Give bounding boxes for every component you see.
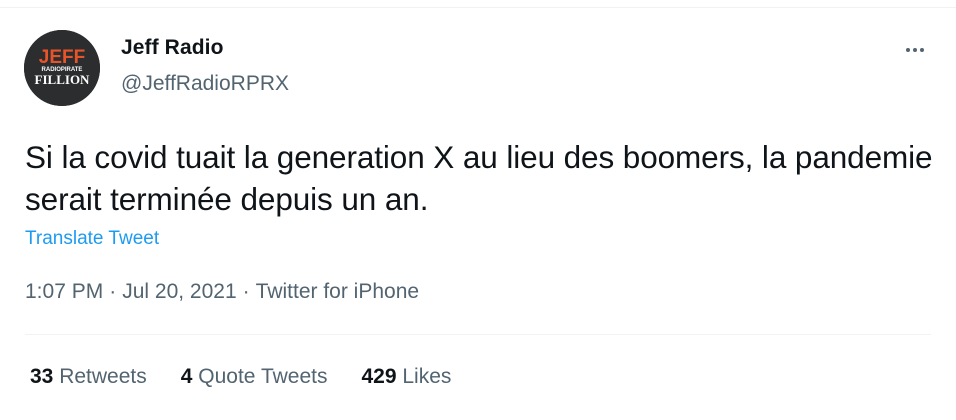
meta-separator: · xyxy=(109,280,117,303)
more-horizontal-icon xyxy=(906,48,910,52)
tweet-source[interactable]: Twitter for iPhone xyxy=(256,280,419,303)
retweets-count: 33 xyxy=(30,365,54,388)
engagement-stats: 33 Retweets 4 Quote Tweets 429 Likes xyxy=(30,365,451,389)
tweet-time[interactable]: 1:07 PM xyxy=(25,280,103,303)
likes-label: Likes xyxy=(402,365,452,388)
avatar-logo-fillion: FILLION xyxy=(35,72,91,87)
avatar-logo-jeff: JEFF xyxy=(39,47,85,68)
more-horizontal-icon-dot xyxy=(920,48,924,52)
avatar[interactable]: JEFF RADIOPIRATE FILLION xyxy=(24,30,100,106)
avatar-logo: JEFF RADIOPIRATE FILLION xyxy=(24,30,100,106)
tweet-text: Si la covid tuait la generation X au lie… xyxy=(25,139,933,217)
likes-count: 429 xyxy=(361,365,397,388)
meta-separator: · xyxy=(242,280,250,303)
retweets-stat[interactable]: 33 Retweets xyxy=(30,365,147,389)
quote-tweets-stat[interactable]: 4 Quote Tweets xyxy=(181,365,328,389)
more-options-button[interactable] xyxy=(900,38,930,62)
user-handle[interactable]: @JeffRadioRPRX xyxy=(121,72,289,96)
likes-stat[interactable]: 429 Likes xyxy=(361,365,451,389)
top-divider xyxy=(0,7,956,8)
stats-divider xyxy=(25,334,931,335)
more-horizontal-icon-dot xyxy=(913,48,917,52)
tweet-date[interactable]: Jul 20, 2021 xyxy=(122,280,236,303)
retweets-label: Retweets xyxy=(59,365,147,388)
tweet-metadata: 1:07 PM · Jul 20, 2021 · Twitter for iPhone xyxy=(25,280,419,304)
translate-tweet-link[interactable]: Translate Tweet xyxy=(25,228,159,250)
quote-tweets-label: Quote Tweets xyxy=(198,365,328,388)
quote-tweets-count: 4 xyxy=(180,365,193,388)
display-name[interactable]: Jeff Radio xyxy=(121,36,224,60)
